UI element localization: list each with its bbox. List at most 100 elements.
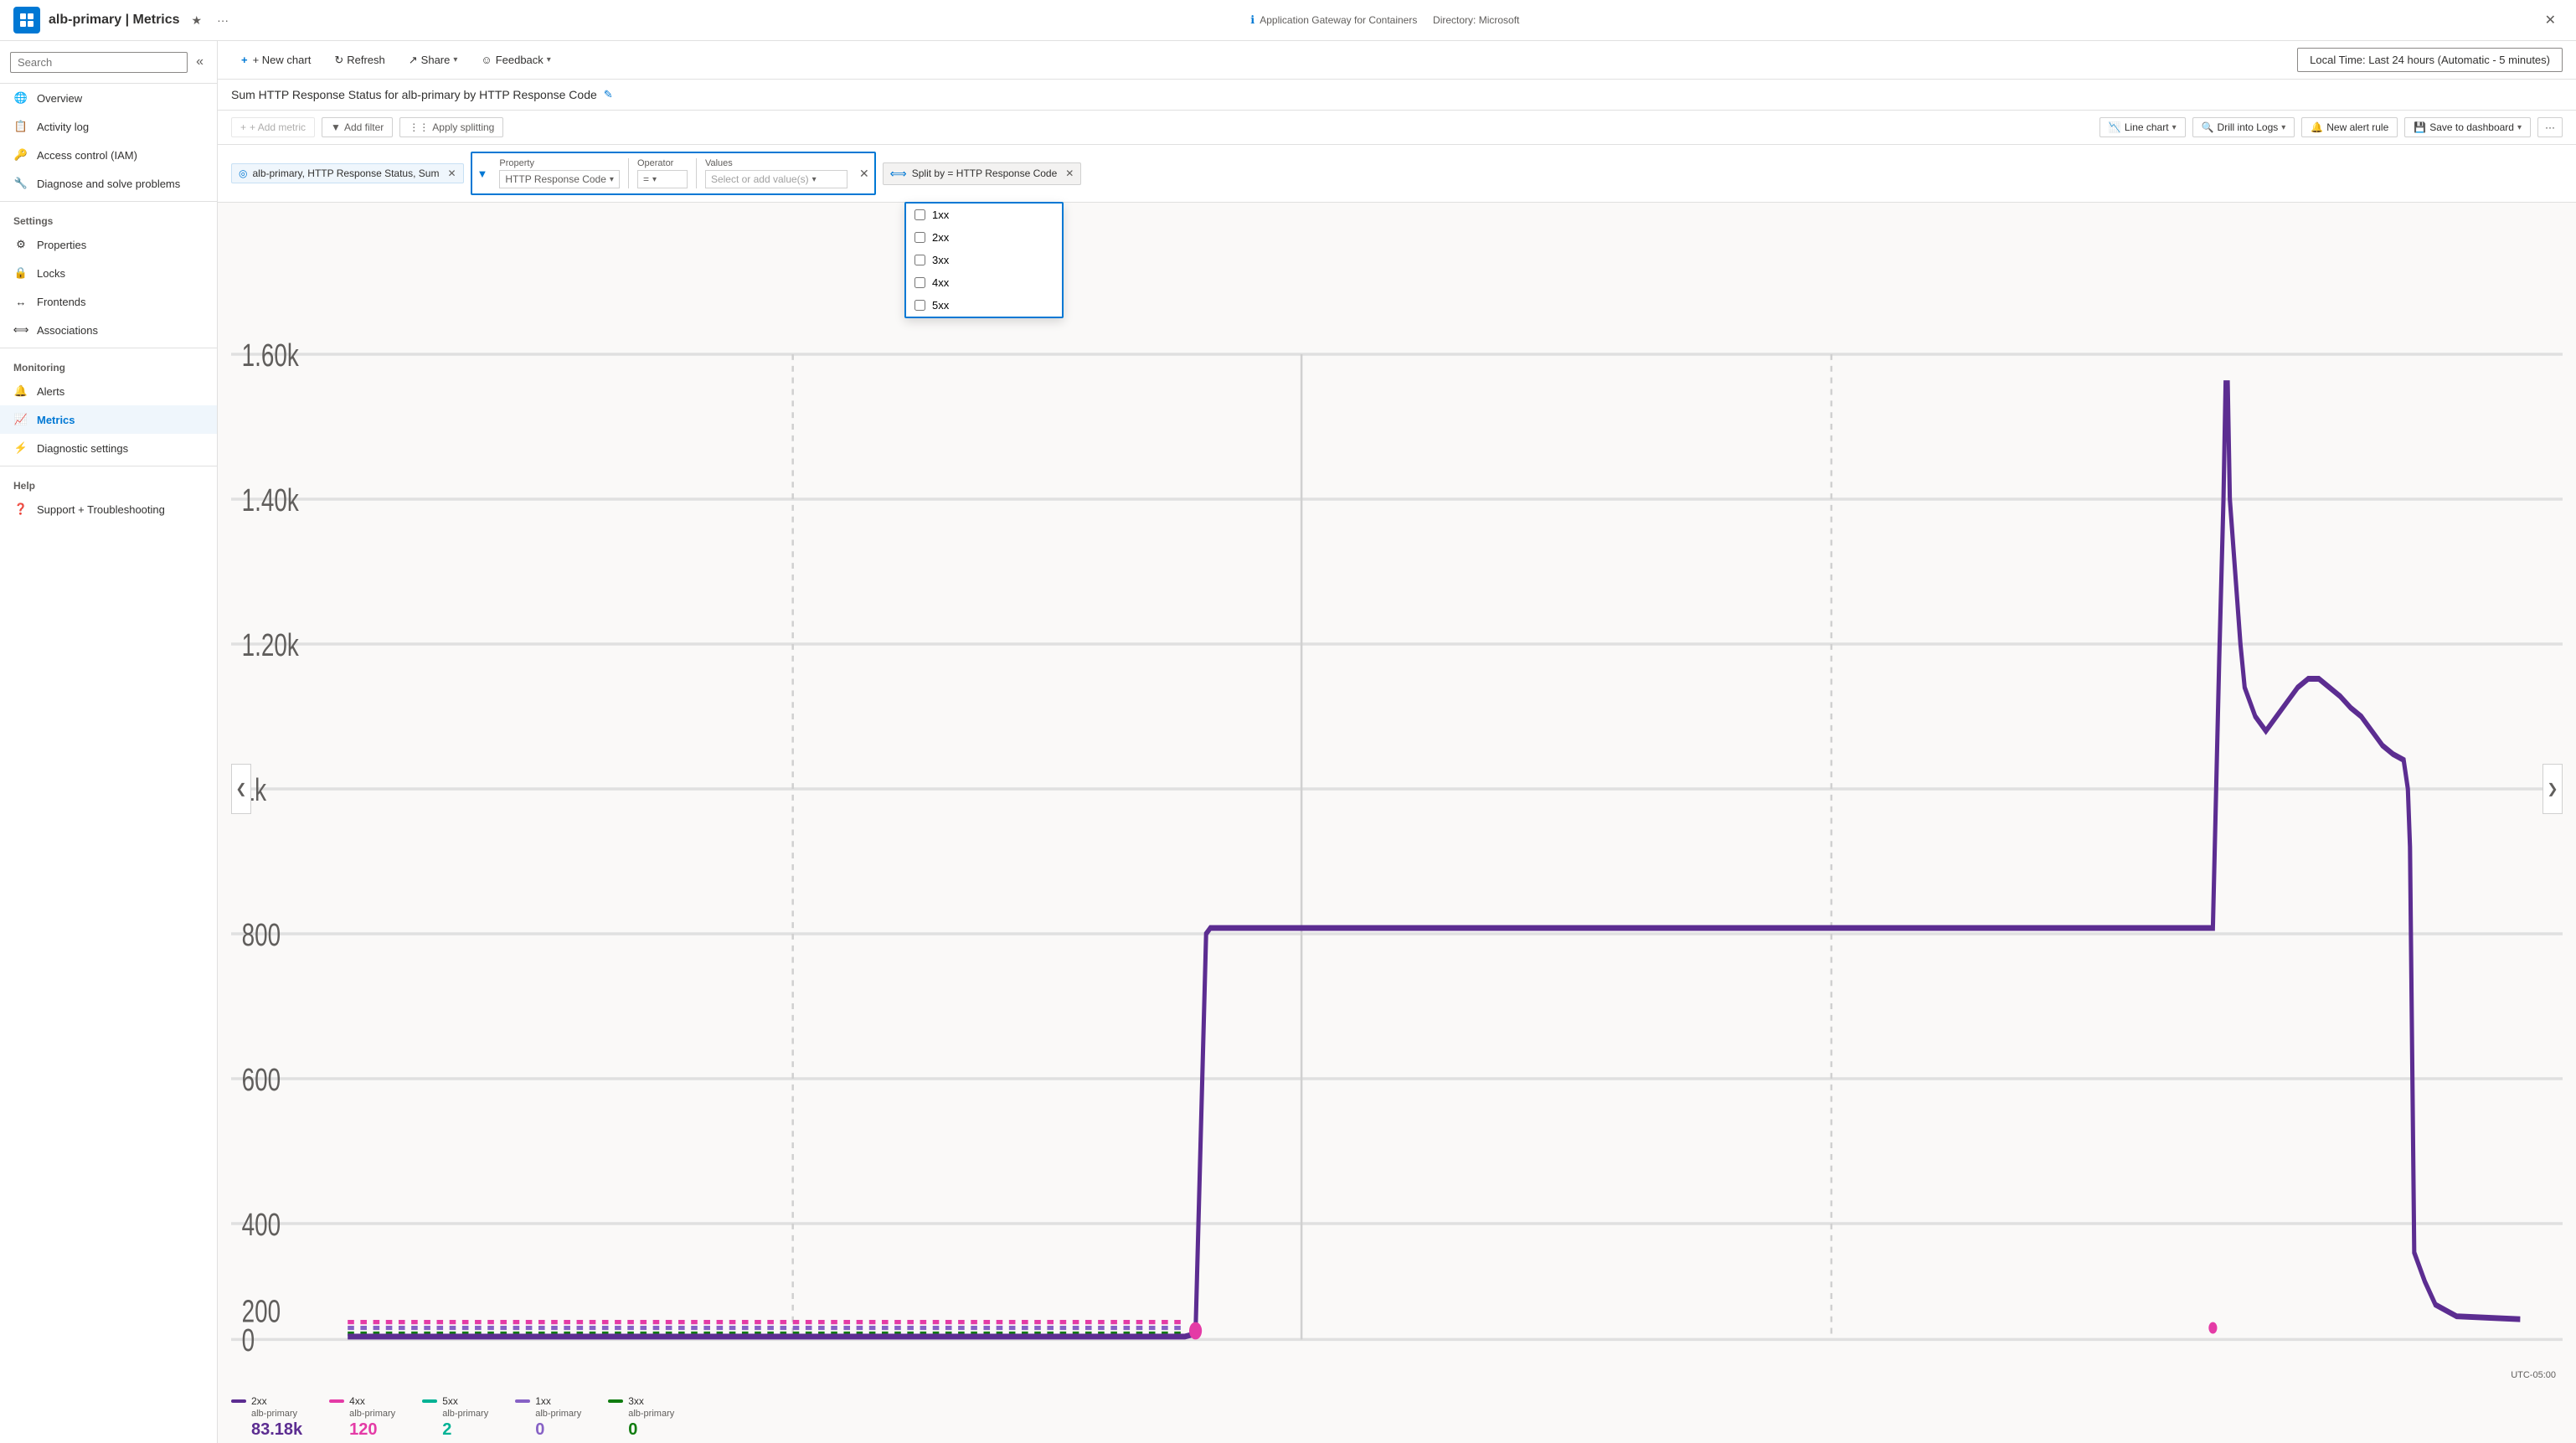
sidebar: « 🌐 Overview 📋 Activity log 🔑 Access con…: [0, 41, 218, 1443]
chart-nav-right[interactable]: ❯: [2543, 764, 2563, 814]
new-chart-button[interactable]: + + New chart: [231, 49, 321, 71]
split-by-close[interactable]: ✕: [1065, 167, 1074, 179]
apply-splitting-button[interactable]: ⋮⋮ Apply splitting: [399, 117, 503, 137]
close-button[interactable]: ✕: [2538, 8, 2563, 32]
values-checkbox-5xx[interactable]: [914, 300, 925, 311]
values-label-2xx: 2xx: [932, 231, 949, 244]
filter-close-button[interactable]: ✕: [856, 167, 873, 181]
sidebar-label-alerts: Alerts: [37, 385, 64, 398]
line-chart-label: Line chart: [2125, 121, 2169, 133]
sidebar-item-overview[interactable]: 🌐 Overview: [0, 84, 217, 112]
values-checkbox-2xx[interactable]: [914, 232, 925, 243]
sidebar-label-support: Support + Troubleshooting: [37, 503, 165, 516]
sidebar-item-diagnose[interactable]: 🔧 Diagnose and solve problems: [0, 169, 217, 198]
metrics-icon: 📈: [13, 412, 28, 427]
values-checkbox-4xx[interactable]: [914, 277, 925, 288]
more-options-icon[interactable]: ···: [214, 10, 232, 30]
share-label: Share: [421, 54, 451, 66]
more-chart-options-button[interactable]: ···: [2537, 117, 2563, 137]
sidebar-item-support[interactable]: ❓ Support + Troubleshooting: [0, 495, 217, 523]
chart-nav-left[interactable]: ❮: [231, 764, 251, 814]
chart-controls: + + Add metric ▼ Add filter ⋮⋮ Apply spl…: [218, 111, 2576, 145]
drill-chevron: ▾: [2281, 123, 2285, 132]
title-left: alb-primary | Metrics ★ ···: [13, 7, 232, 33]
sidebar-label-access-control: Access control (IAM): [37, 149, 137, 162]
split-icon: ⋮⋮: [409, 121, 429, 133]
values-option-1xx[interactable]: 1xx: [906, 204, 1062, 226]
property-select[interactable]: HTTP Response Code ▾: [499, 170, 620, 188]
sidebar-item-locks[interactable]: 🔒 Locks: [0, 259, 217, 287]
favorite-icon[interactable]: ★: [188, 10, 206, 31]
legend-label-3xx: 3xx: [608, 1395, 674, 1407]
metric-pill-label: alb-primary, HTTP Response Status, Sum: [252, 167, 439, 179]
values-chevron: ▾: [812, 175, 817, 184]
property-chevron: ▾: [610, 175, 614, 184]
values-option-2xx[interactable]: 2xx: [906, 226, 1062, 249]
values-label-3xx: 3xx: [932, 254, 949, 266]
filter-divider-1: [628, 158, 629, 188]
add-metric-button[interactable]: + + Add metric: [231, 117, 315, 137]
values-checkbox-3xx[interactable]: [914, 255, 925, 265]
legend-item-4xx: 4xx alb-primary 120: [329, 1395, 395, 1440]
search-input[interactable]: [10, 52, 188, 73]
new-alert-rule-label: New alert rule: [2326, 121, 2388, 133]
save-dashboard-button[interactable]: 💾 Save to dashboard ▾: [2404, 117, 2531, 137]
share-button[interactable]: ↗ Share ▾: [399, 49, 468, 72]
legend-color-2xx: [231, 1399, 246, 1403]
legend-value-3xx: 0: [608, 1420, 674, 1440]
main-layout: « 🌐 Overview 📋 Activity log 🔑 Access con…: [0, 41, 2576, 1443]
operator-select[interactable]: = ▾: [637, 170, 688, 188]
metric-pill-close[interactable]: ✕: [447, 167, 456, 179]
property-value: HTTP Response Code: [505, 173, 606, 185]
property-label: Property: [499, 158, 620, 168]
apply-splitting-label: Apply splitting: [432, 121, 494, 133]
refresh-button[interactable]: ↻ Refresh: [324, 49, 394, 72]
sidebar-search-area: «: [0, 41, 217, 84]
drill-logs-label: Drill into Logs: [2218, 121, 2279, 133]
add-filter-button[interactable]: ▼ Add filter: [322, 117, 393, 137]
sidebar-item-activity-log[interactable]: 📋 Activity log: [0, 112, 217, 141]
sidebar-item-alerts[interactable]: 🔔 Alerts: [0, 377, 217, 405]
values-option-3xx[interactable]: 3xx: [906, 249, 1062, 271]
legend-item-5xx: 5xx alb-primary 2: [422, 1395, 488, 1440]
operator-value: =: [643, 173, 649, 185]
values-checkbox-1xx[interactable]: [914, 209, 925, 220]
add-filter-label: Add filter: [344, 121, 384, 133]
wrench-icon: 🔧: [13, 176, 28, 191]
sidebar-item-associations[interactable]: ⟺ Associations: [0, 316, 217, 344]
sidebar-item-access-control[interactable]: 🔑 Access control (IAM): [0, 141, 217, 169]
help-section-title: Help: [0, 470, 217, 495]
sidebar-item-properties[interactable]: ⚙ Properties: [0, 230, 217, 259]
chart-area: ❮ ❯ 1.60k 1.40k 1.20k 1k: [218, 203, 2576, 1389]
legend-value-4xx: 120: [329, 1420, 395, 1440]
values-option-5xx[interactable]: 5xx: [906, 294, 1062, 317]
associations-icon: ⟺: [13, 322, 28, 338]
sidebar-label-frontends: Frontends: [37, 296, 86, 308]
operator-label: Operator: [637, 158, 688, 168]
sidebar-label-diagnose: Diagnose and solve problems: [37, 178, 180, 190]
svg-text:1.20k: 1.20k: [242, 628, 299, 663]
line-chart-button[interactable]: 📉 Line chart ▾: [2099, 117, 2186, 137]
share-icon: ↗: [409, 54, 418, 67]
legend-label-1xx: 1xx: [515, 1395, 581, 1407]
values-option-4xx[interactable]: 4xx: [906, 271, 1062, 294]
feedback-button[interactable]: ☺ Feedback ▾: [471, 49, 560, 71]
settings-section-title: Settings: [0, 205, 217, 230]
save-chevron: ▾: [2517, 123, 2522, 132]
sidebar-label-overview: Overview: [37, 92, 82, 105]
sidebar-item-frontends[interactable]: ↔ Frontends: [0, 287, 217, 316]
sidebar-item-diagnostic[interactable]: ⚡ Diagnostic settings: [0, 434, 217, 462]
time-range-button[interactable]: Local Time: Last 24 hours (Automatic - 5…: [2297, 48, 2563, 72]
values-placeholder: Select or add value(s): [711, 173, 809, 185]
values-select[interactable]: Select or add value(s) ▾: [705, 170, 848, 188]
new-alert-rule-button[interactable]: 🔔 New alert rule: [2301, 117, 2398, 137]
properties-icon: ⚙: [13, 237, 28, 252]
edit-icon[interactable]: ✎: [604, 88, 613, 101]
collapse-button[interactable]: «: [193, 51, 207, 73]
drill-logs-button[interactable]: 🔍 Drill into Logs ▾: [2192, 117, 2295, 137]
sidebar-item-metrics[interactable]: 📈 Metrics: [0, 405, 217, 434]
svg-text:800: 800: [242, 918, 281, 953]
filter-dropdown: ▼ Property HTTP Response Code ▾ Operator…: [471, 152, 876, 195]
help-icon: ❓: [13, 502, 28, 517]
add-metric-icon: +: [240, 121, 246, 133]
